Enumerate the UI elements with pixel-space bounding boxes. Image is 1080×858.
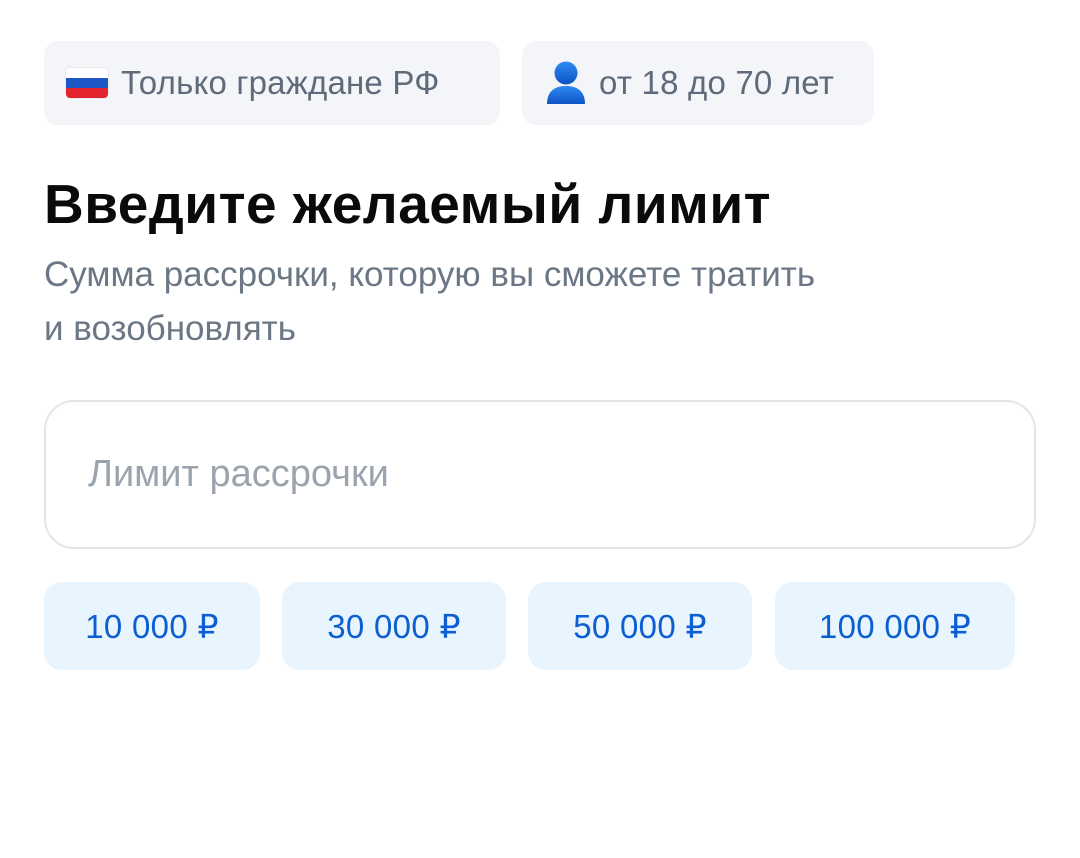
age-label: от 18 до 70 лет	[599, 64, 835, 101]
person-icon	[547, 61, 585, 104]
limit-input[interactable]: Лимит рассрочки	[44, 400, 1036, 549]
subtitle-line-2: и возобновлять	[44, 309, 296, 348]
preset-100000-button[interactable]: 100 000 ₽	[775, 582, 1015, 670]
page-subtitle: Сумма рассрочки, которую вы сможете трат…	[44, 248, 1024, 356]
subtitle-line-1: Сумма рассрочки, которую вы сможете трат…	[44, 255, 816, 294]
russian-flag-icon	[66, 68, 108, 98]
page-title: Введите желаемый лимит	[44, 173, 772, 235]
preset-30000-button[interactable]: 30 000 ₽	[282, 582, 506, 670]
citizenship-chip: Только граждане РФ	[44, 41, 500, 125]
citizenship-label: Только граждане РФ	[121, 64, 440, 101]
preset-50000-button[interactable]: 50 000 ₽	[528, 582, 752, 670]
limit-input-placeholder: Лимит рассрочки	[88, 453, 389, 495]
age-chip: от 18 до 70 лет	[522, 41, 874, 125]
requirements-chips: Только граждане РФ от 18 до 70 лет	[44, 41, 874, 125]
preset-10000-button[interactable]: 10 000 ₽	[44, 582, 260, 670]
